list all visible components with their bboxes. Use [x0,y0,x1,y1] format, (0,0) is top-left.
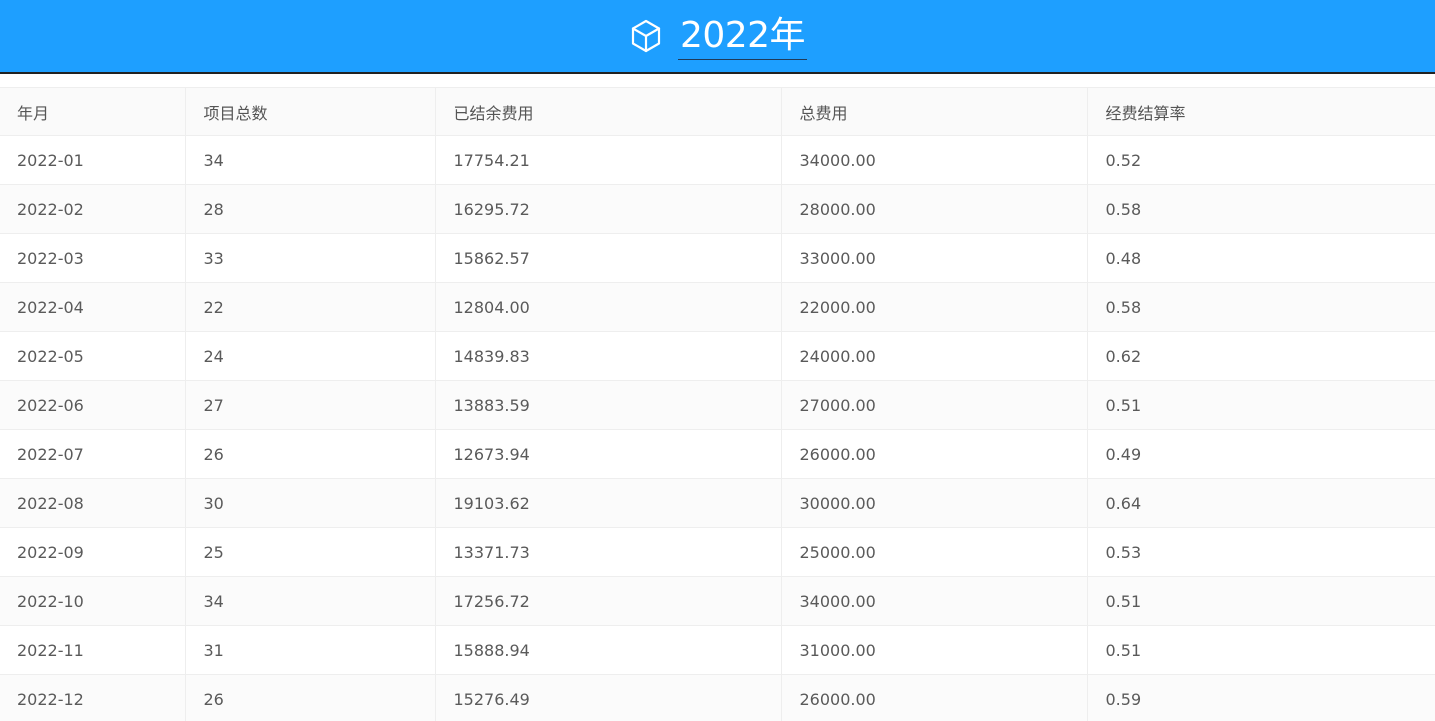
cell-year-month: 2022-09 [0,527,186,577]
table-row: 2022-08 30 19103.62 30000.00 0.64 [0,478,1435,528]
cube-icon [628,18,664,54]
cell-settled-cost: 17256.72 [434,576,782,626]
cell-settlement-rate: 0.48 [1086,233,1435,283]
table-row: 2022-05 24 14839.83 24000.00 0.62 [0,331,1435,381]
cell-settled-cost: 12804.00 [434,282,782,332]
cell-settled-cost: 14839.83 [434,331,782,381]
column-header-total-cost: 总费用 [780,87,1088,136]
cell-year-month: 2022-01 [0,135,186,185]
table-row: 2022-01 34 17754.21 34000.00 0.52 [0,135,1435,185]
cell-total-cost: 34000.00 [780,135,1088,185]
column-header-settlement-rate: 经费结算率 [1086,87,1435,136]
cell-year-month: 2022-02 [0,184,186,234]
cell-year-month: 2022-08 [0,478,186,528]
cell-year-month: 2022-04 [0,282,186,332]
cell-total-cost: 34000.00 [780,576,1088,626]
cell-year-month: 2022-07 [0,429,186,479]
column-header-year-month: 年月 [0,87,186,136]
table-body: 2022-01 34 17754.21 34000.00 0.52 2022-0… [0,135,1435,721]
page-header: 2022年 [0,0,1435,74]
table-row: 2022-07 26 12673.94 26000.00 0.49 [0,429,1435,479]
cell-settlement-rate: 0.64 [1086,478,1435,528]
header-title-group: 2022年 [628,13,808,60]
cell-total-cost: 31000.00 [780,625,1088,675]
cell-total-cost: 24000.00 [780,331,1088,381]
cell-project-total: 30 [184,478,436,528]
column-header-project-total: 项目总数 [184,87,436,136]
cell-project-total: 27 [184,380,436,430]
cell-settled-cost: 13371.73 [434,527,782,577]
cell-settlement-rate: 0.51 [1086,380,1435,430]
cell-total-cost: 25000.00 [780,527,1088,577]
cell-settlement-rate: 0.51 [1086,625,1435,675]
table-row: 2022-02 28 16295.72 28000.00 0.58 [0,184,1435,234]
cell-year-month: 2022-05 [0,331,186,381]
cell-settlement-rate: 0.53 [1086,527,1435,577]
cell-settled-cost: 17754.21 [434,135,782,185]
cell-settled-cost: 16295.72 [434,184,782,234]
cell-settled-cost: 19103.62 [434,478,782,528]
cell-year-month: 2022-10 [0,576,186,626]
table-row: 2022-12 26 15276.49 26000.00 0.59 [0,674,1435,721]
table-row: 2022-06 27 13883.59 27000.00 0.51 [0,380,1435,430]
table-row: 2022-03 33 15862.57 33000.00 0.48 [0,233,1435,283]
cell-total-cost: 27000.00 [780,380,1088,430]
cell-total-cost: 26000.00 [780,429,1088,479]
cell-year-month: 2022-03 [0,233,186,283]
cell-project-total: 33 [184,233,436,283]
cell-project-total: 34 [184,576,436,626]
cell-project-total: 34 [184,135,436,185]
cell-project-total: 26 [184,674,436,721]
cell-settlement-rate: 0.52 [1086,135,1435,185]
cell-settled-cost: 13883.59 [434,380,782,430]
cell-settled-cost: 15862.57 [434,233,782,283]
cell-year-month: 2022-12 [0,674,186,721]
cell-project-total: 28 [184,184,436,234]
cell-settlement-rate: 0.58 [1086,282,1435,332]
cell-settlement-rate: 0.58 [1086,184,1435,234]
cell-settled-cost: 15888.94 [434,625,782,675]
cell-settlement-rate: 0.59 [1086,674,1435,721]
cell-project-total: 22 [184,282,436,332]
cell-total-cost: 28000.00 [780,184,1088,234]
cell-settlement-rate: 0.49 [1086,429,1435,479]
table-row: 2022-09 25 13371.73 25000.00 0.53 [0,527,1435,577]
cell-settlement-rate: 0.51 [1086,576,1435,626]
data-table: 年月 项目总数 已结余费用 总费用 经费结算率 2022-01 34 17754… [0,87,1435,721]
table-row: 2022-11 31 15888.94 31000.00 0.51 [0,625,1435,675]
cell-settled-cost: 12673.94 [434,429,782,479]
table-row: 2022-04 22 12804.00 22000.00 0.58 [0,282,1435,332]
cell-year-month: 2022-06 [0,380,186,430]
cell-total-cost: 26000.00 [780,674,1088,721]
cell-total-cost: 30000.00 [780,478,1088,528]
table-row: 2022-10 34 17256.72 34000.00 0.51 [0,576,1435,626]
page-title[interactable]: 2022年 [677,13,808,60]
cell-project-total: 31 [184,625,436,675]
column-header-settled-cost: 已结余费用 [434,87,782,136]
cell-total-cost: 33000.00 [780,233,1088,283]
cell-project-total: 26 [184,429,436,479]
cell-project-total: 24 [184,331,436,381]
table-header-row: 年月 项目总数 已结余费用 总费用 经费结算率 [0,87,1435,136]
cell-settled-cost: 15276.49 [434,674,782,721]
cell-project-total: 25 [184,527,436,577]
data-table-container: 年月 项目总数 已结余费用 总费用 经费结算率 2022-01 34 17754… [0,87,1435,721]
cell-year-month: 2022-11 [0,625,186,675]
cell-total-cost: 22000.00 [780,282,1088,332]
cell-settlement-rate: 0.62 [1086,331,1435,381]
